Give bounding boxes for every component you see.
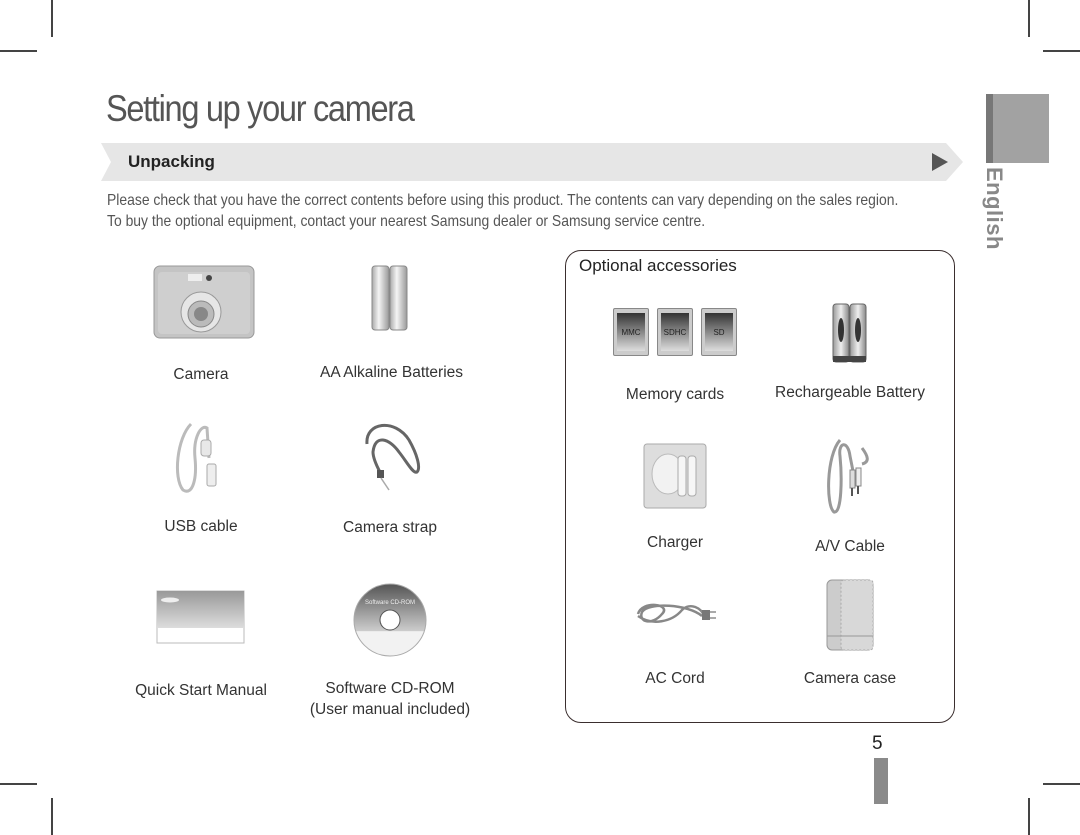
language-label: English: [982, 167, 1007, 250]
item-batteries: AA Alkaline Batteries: [320, 262, 464, 383]
item-label: Charger: [647, 534, 703, 551]
item-cd-rom: Software CD-ROM Software CD-ROM (User ma…: [305, 582, 475, 720]
card-type-label: MMC: [617, 313, 645, 351]
disc-label: Software CD-ROM: [365, 600, 415, 606]
card-type-label: SD: [705, 313, 733, 351]
intro-text: Please check that you have the correct c…: [107, 190, 898, 232]
item-label: Software CD-ROM: [325, 680, 455, 697]
item-label: Memory cards: [625, 386, 725, 403]
item-label: AC Cord: [645, 670, 705, 687]
item-av-cable: A/V Cable: [790, 436, 910, 557]
memory-cards-icon: MMC SDHC SD: [600, 308, 750, 356]
item-rechargeable-battery: Rechargeable Battery: [765, 300, 935, 403]
charger-icon: [643, 443, 707, 509]
intro-line: To buy the optional equipment, contact y…: [107, 213, 706, 230]
language-tab-block: [986, 94, 1049, 163]
optional-accessories-title: Optional accessories: [579, 256, 737, 275]
page-number: 5: [872, 733, 883, 754]
item-ac-cord: AC Cord: [620, 596, 730, 689]
crop-mark: [1028, 798, 1030, 835]
item-label: USB cable: [164, 518, 238, 535]
item-memory-cards: MMC SDHC SD Memory cards: [600, 308, 750, 405]
card-type-label: SDHC: [661, 313, 689, 351]
item-charger: Charger: [615, 442, 735, 553]
item-label: AA Alkaline Batteries: [320, 364, 464, 381]
page-title: Setting up your camera: [106, 88, 415, 129]
memory-card: MMC: [613, 308, 649, 356]
manual-icon: [156, 590, 245, 644]
crop-mark: [1043, 50, 1080, 52]
item-label: Camera case: [803, 670, 897, 687]
item-camera-strap: Camera strap: [330, 418, 450, 538]
item-label: Camera strap: [343, 519, 437, 536]
language-tab: English: [981, 167, 1007, 250]
section-bar: [101, 143, 963, 181]
item-usb-cable: USB cable: [141, 418, 261, 537]
ac-cord-icon: [636, 603, 716, 623]
item-label: A/V Cable: [815, 538, 885, 555]
section-heading: Unpacking: [128, 152, 215, 171]
page-number-bar: [874, 758, 888, 804]
intro-line: Please check that you have the correct c…: [107, 192, 899, 209]
item-sublabel: (User manual included): [309, 701, 471, 718]
crop-mark: [1028, 0, 1030, 37]
crop-mark: [51, 0, 53, 37]
crop-mark: [51, 798, 53, 835]
item-label: Quick Start Manual: [135, 682, 267, 699]
item-label: Camera: [173, 366, 229, 383]
item-label: Rechargeable Battery: [775, 384, 925, 401]
crop-mark: [1043, 783, 1080, 785]
crop-mark: [0, 50, 37, 52]
rechargeable-battery-icon: [832, 303, 867, 363]
memory-card: SDHC: [657, 308, 693, 356]
camera-case-icon: [826, 579, 874, 651]
item-camera-case: Camera case: [790, 578, 910, 689]
item-quick-start-manual: Quick Start Manual: [126, 590, 276, 701]
crop-mark: [0, 783, 37, 785]
cd-rom-icon: Software CD-ROM: [353, 583, 427, 657]
memory-card: SD: [701, 308, 737, 356]
usb-cable-icon: [176, 422, 217, 493]
item-camera: Camera: [141, 262, 261, 385]
batteries-icon: [371, 265, 408, 331]
camera-strap-icon: [365, 423, 421, 491]
av-cable-icon: [827, 439, 869, 514]
camera-icon: [153, 265, 255, 339]
